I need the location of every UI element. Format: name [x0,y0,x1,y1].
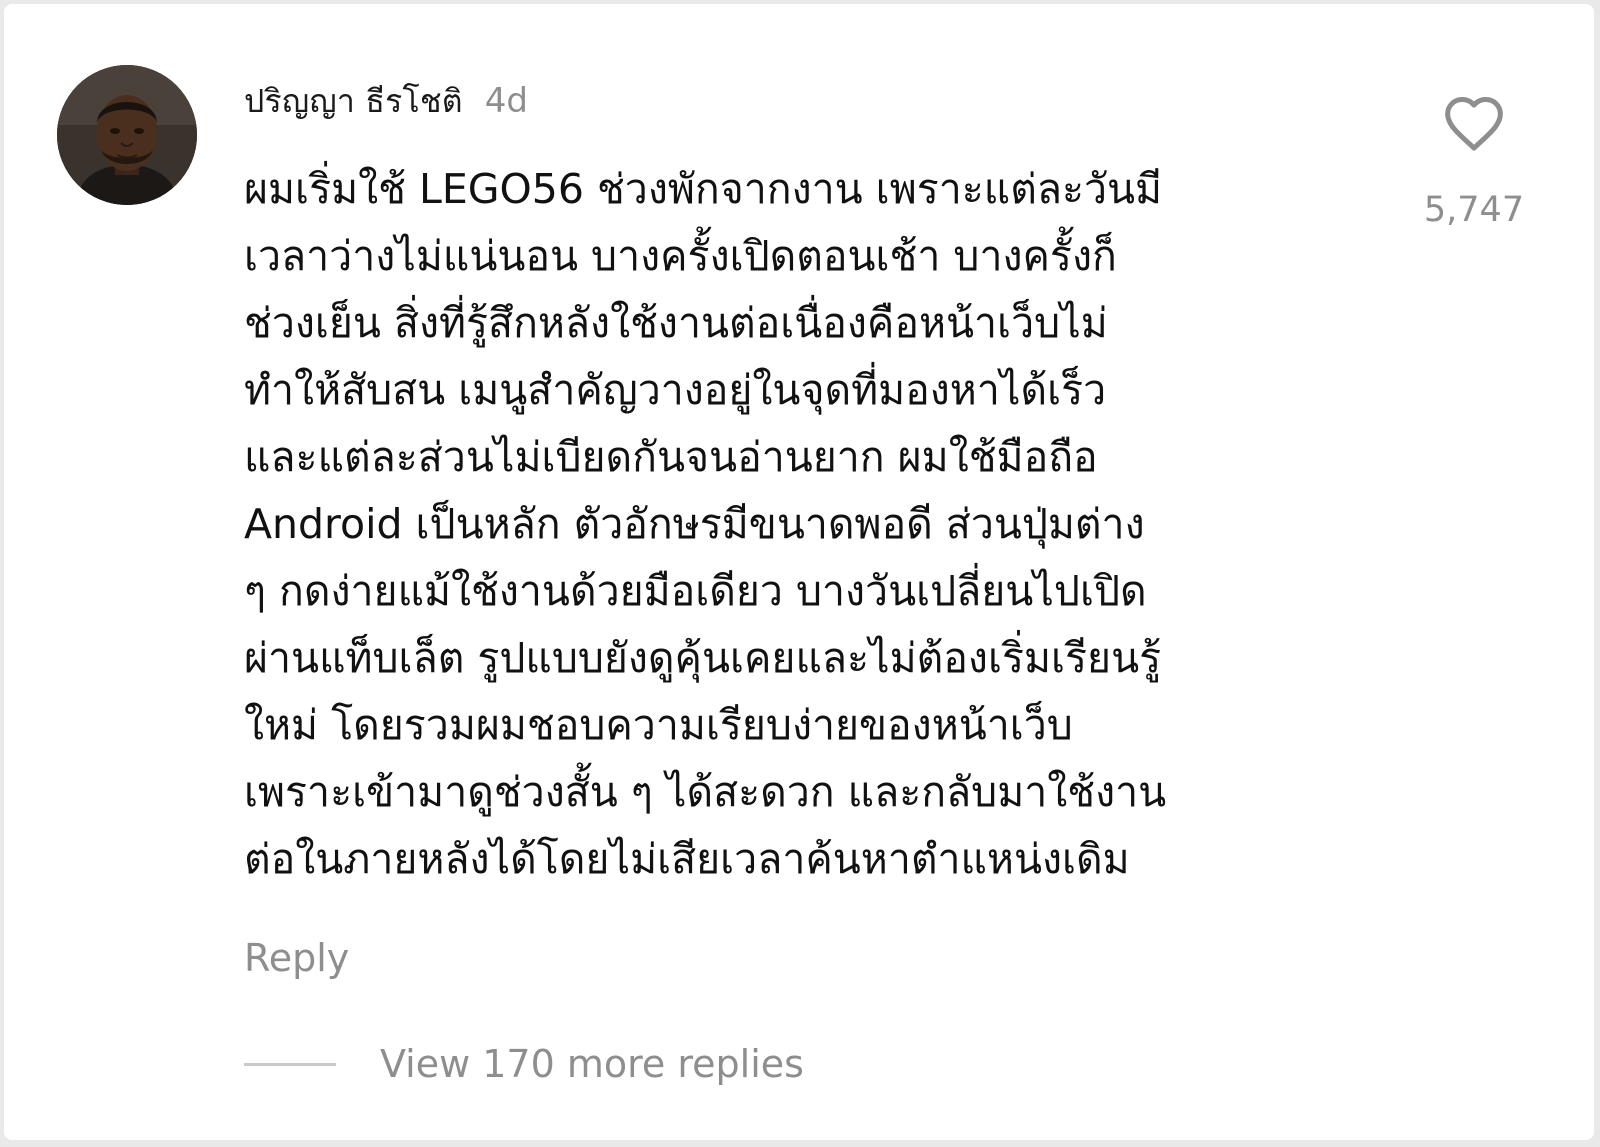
comment-line: ทำให้สับสน เมนูสำคัญวางอยู่ในจุดที่มองหา… [244,366,1107,414]
comment-line: ผ่านแท็บเล็ต รูปแบบยังดูคุ้นเคยและไม่ต้อ… [244,634,1162,682]
comment-line: ๆ กดง่ายแม้ใช้งานด้วยมือเดียว บางวันเปลี… [244,567,1147,615]
heart-outline-icon[interactable] [1442,94,1506,152]
view-replies-button[interactable]: View 170 more replies [244,1042,804,1086]
comment-line: และแต่ละส่วนไม่เบียดกันจนอ่านยาก ผมใช้มื… [244,433,1098,481]
reply-button[interactable]: Reply [244,936,349,980]
comment-line: Android เป็นหลัก ตัวอักษรมีขนาดพอดี ส่วน… [244,500,1145,548]
like-count: 5,747 [1423,190,1525,230]
comment-line: ต่อในภายหลังได้โดยไม่เสียเวลาค้นหาตำแหน่… [244,835,1130,883]
comment-text: ผมเริ่มใช้ LEGO56 ช่วงพักจากงาน เพราะแต่… [244,156,1344,893]
comment-line: ใหม่ โดยรวมผมชอบความเรียบง่ายของหน้าเว็บ [244,701,1073,749]
comment-card: ปริญญา ธีรโชติ 4d ผมเริ่มใช้ LEGO56 ช่วง… [4,4,1594,1140]
comment-line: ผมเริ่มใช้ LEGO56 ช่วงพักจากงาน เพราะแต่… [244,165,1163,213]
comment-line: เวลาว่างไม่แน่นอน บางครั้งเปิดตอนเช้า บา… [244,232,1117,280]
comment-line: ช่วงเย็น สิ่งที่รู้สึกหลังใช้งานต่อเนื่อ… [244,299,1108,347]
timestamp: 4d [484,81,528,121]
avatar-image [57,65,197,205]
username[interactable]: ปริญญา ธีรโชติ [244,76,463,127]
replies-divider [244,1062,336,1066]
view-replies-label: View 170 more replies [380,1042,804,1086]
comment-header: ปริญญา ธีรโชติ 4d [244,76,528,127]
avatar[interactable] [57,65,197,205]
like-area: 5,747 [1414,94,1534,230]
comment-line: เพราะเข้ามาดูช่วงสั้น ๆ ได้สะดวก และกลับ… [244,768,1167,816]
